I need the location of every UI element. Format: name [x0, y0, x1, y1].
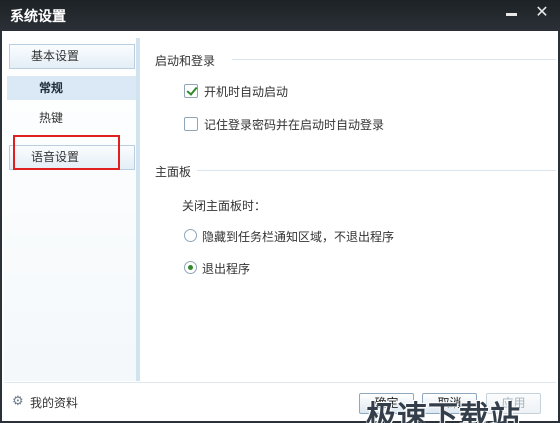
auto-start-label: 开机时自动启动	[204, 85, 289, 99]
remember-password-label: 记住登录密码并在启动时自动登录	[204, 118, 385, 132]
minimize-button[interactable]	[500, 2, 524, 22]
sidebar-scrollbar[interactable]	[136, 38, 140, 381]
highlight-box	[13, 135, 120, 170]
cancel-button[interactable]: 取消	[422, 393, 477, 414]
close-button[interactable]: ✕	[530, 2, 554, 22]
title-bar[interactable]: 系统设置 ✕	[0, 0, 560, 31]
close-panel-prompt: 关闭主面板时：	[182, 199, 267, 213]
sidebar-item-general[interactable]: 常规	[7, 76, 137, 100]
remember-password-checkbox[interactable]	[184, 117, 198, 131]
exit-program-label: 退出程序	[202, 262, 251, 276]
window-title: 系统设置	[10, 9, 66, 25]
my-profile-label: 我的资料	[30, 396, 79, 410]
settings-content: 启动和登录 开机时自动启动 记住登录密码并在启动时自动登录 主面板 关闭主面板时…	[142, 38, 556, 381]
sidebar-section-basic[interactable]: 基本设置	[9, 44, 135, 69]
gear-icon: ⚙	[12, 394, 24, 409]
section-divider	[197, 170, 556, 171]
section-title-startup: 启动和登录	[155, 54, 216, 68]
minimize-icon	[506, 13, 517, 16]
footer-divider	[4, 382, 556, 383]
dialog-body: 基本设置 常规 热键 语音设置 启动和登录 开机时自动启动 记住登录密码并在启动…	[2, 31, 558, 423]
hide-to-tray-radio[interactable]	[184, 229, 197, 242]
auto-start-checkbox[interactable]	[184, 84, 198, 98]
exit-program-radio[interactable]	[184, 261, 197, 274]
section-divider	[232, 59, 556, 60]
sidebar-item-hotkeys[interactable]: 热键	[7, 106, 137, 130]
settings-sidebar: 基本设置 常规 热键 语音设置	[4, 38, 140, 381]
ok-button[interactable]: 确定	[359, 393, 414, 414]
apply-button[interactable]: 应用	[486, 393, 541, 414]
hide-to-tray-label: 隐藏到任务栏通知区域，不退出程序	[202, 230, 395, 244]
section-title-panel: 主面板	[155, 165, 192, 179]
